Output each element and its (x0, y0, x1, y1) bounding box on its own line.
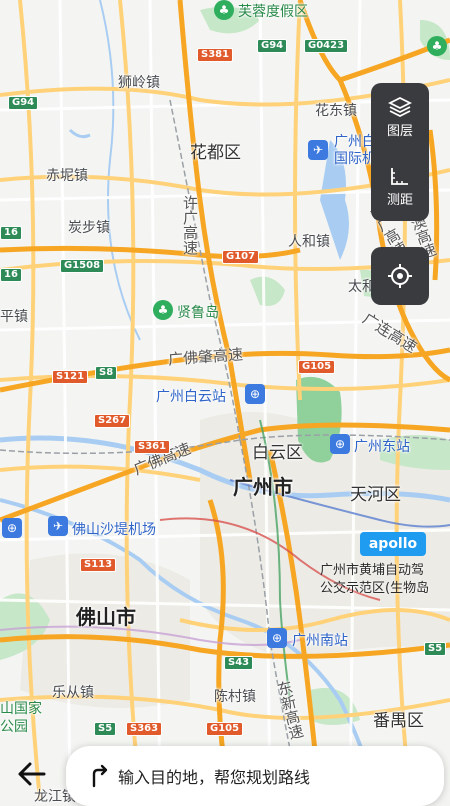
measure-button[interactable]: 测距 (371, 152, 429, 221)
poi-furong: 芙蓉度假区 (238, 4, 308, 20)
destination-search-bar[interactable]: 输入目的地，帮您规划路线 (66, 746, 444, 806)
layers-icon (388, 96, 412, 118)
locate-icon (388, 264, 412, 288)
town-chini: 赤坭镇 (46, 168, 88, 184)
route-badge: G107 (222, 250, 260, 264)
town-chencun: 陈村镇 (214, 689, 256, 705)
transport-baiyun-station: 广州白云站 (156, 389, 226, 405)
route-badge: S5 (94, 722, 117, 736)
route-badge: G94 (257, 39, 288, 53)
route-badge: G105 (298, 360, 336, 374)
district-panyu: 番禺区 (373, 711, 424, 731)
airport-icon: ✈ (308, 140, 328, 160)
town-lecong: 乐从镇 (52, 685, 94, 701)
town-shiling: 狮岭镇 (118, 75, 160, 91)
ruler-icon (391, 168, 408, 185)
measure-label: 测距 (386, 193, 413, 208)
train-station-icon: ⊕ (330, 434, 350, 454)
poi-national-park: 山国家公园 (0, 701, 42, 735)
tree-icon: ♣ (214, 0, 234, 20)
route-badge: S361 (134, 440, 171, 454)
transport-foshan-airport: 佛山沙堤机场 (72, 522, 156, 538)
locate-button[interactable] (371, 247, 429, 305)
town-tanbu: 炭步镇 (68, 220, 110, 236)
layers-button[interactable]: 图层 (371, 83, 429, 152)
apollo-line-2: 公交示范区(生物岛 (320, 581, 430, 596)
route-badge: G105 (206, 722, 244, 736)
city-foshan: 佛山市 (76, 605, 136, 629)
tree-icon: ♣ (427, 36, 447, 56)
route-turn-icon (92, 764, 108, 788)
route-badge: S43 (224, 656, 254, 670)
district-huadu: 花都区 (190, 143, 241, 163)
transport-east-station: 广州东站 (354, 439, 410, 455)
route-badge: S113 (80, 558, 117, 572)
transport-south-station: 广州南站 (292, 633, 348, 649)
route-badge: S5 (424, 642, 447, 656)
route-badge: G1508 (60, 259, 105, 273)
layers-label: 图层 (386, 124, 413, 139)
route-badge: S8 (95, 366, 118, 380)
apollo-logo[interactable]: apollo (360, 532, 426, 556)
town-huadong: 花东镇 (315, 103, 357, 119)
road-xuguang: 许广高速 (181, 195, 199, 255)
route-badge: S267 (94, 414, 131, 428)
town-renhe: 人和镇 (288, 234, 330, 250)
route-badge: S381 (197, 48, 234, 62)
route-badge: G0423 (304, 39, 349, 53)
city-guangzhou: 广州市 (233, 475, 293, 499)
train-station-icon: ⊕ (2, 518, 22, 538)
back-arrow-icon[interactable] (14, 756, 50, 792)
district-tianhe: 天河区 (350, 485, 401, 505)
route-badge: 16 (0, 226, 22, 240)
town-pingzhen: 平镇 (0, 309, 28, 325)
airport-icon: ✈ (48, 516, 68, 536)
route-badge: G94 (8, 96, 39, 110)
poi-xianlu: 贤鲁岛 (177, 305, 219, 321)
tree-icon: ♣ (153, 300, 173, 320)
search-placeholder: 输入目的地，帮您规划路线 (118, 768, 311, 787)
train-station-icon: ⊕ (267, 628, 287, 648)
map-tools-panel: 图层 测距 (371, 83, 429, 221)
district-baiyun: 白云区 (252, 443, 303, 463)
train-station-icon: ⊕ (245, 384, 265, 404)
route-badge: 16 (0, 268, 22, 282)
route-badge: S363 (126, 722, 163, 736)
apollo-zone-label: 广州市黄埔自动驾 公交示范区(生物岛 (320, 562, 429, 598)
route-badge: S121 (52, 370, 89, 384)
apollo-line-1: 广州市黄埔自动驾 (320, 563, 425, 578)
